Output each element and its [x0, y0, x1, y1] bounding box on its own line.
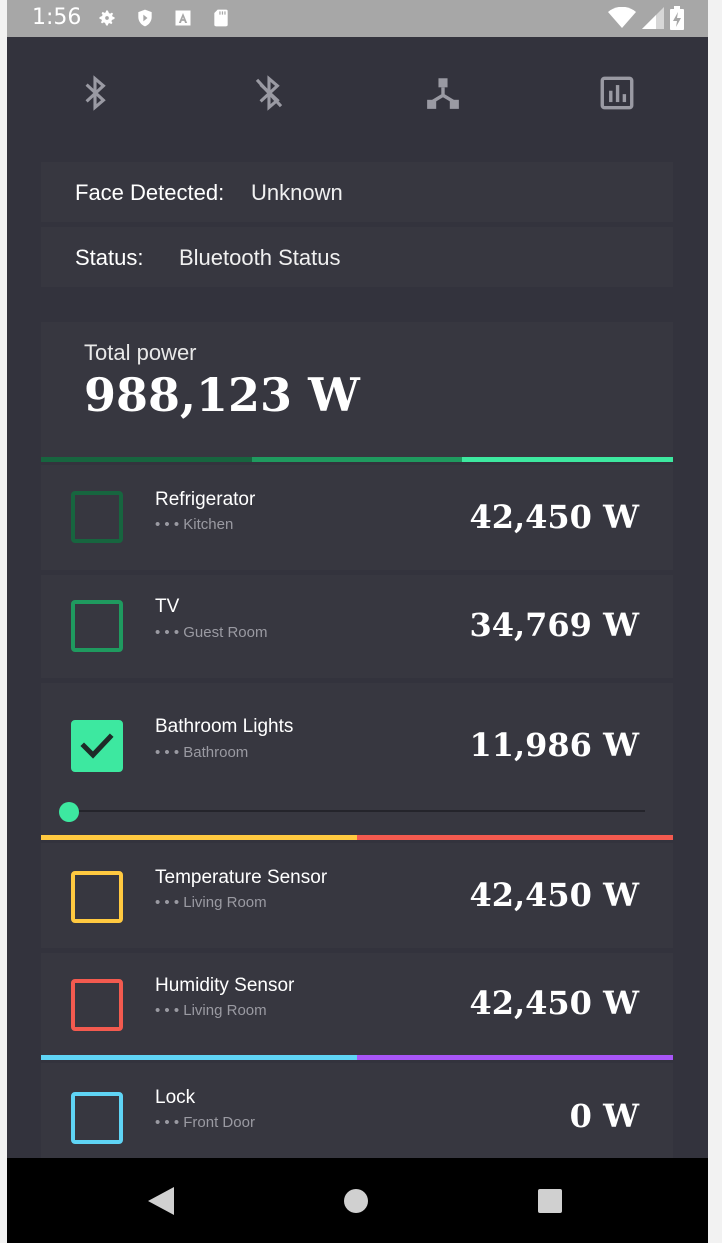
app-screen: 1:56 Face Detected: Unknown Status: Blue… — [7, 0, 708, 1243]
device-card-tv[interactable]: TV • • • Guest Room 34,769 W — [41, 575, 673, 678]
bluetooth-icon — [85, 75, 106, 111]
gear-icon — [99, 10, 115, 26]
status-time: 1:56 — [32, 5, 82, 30]
check-icon — [80, 733, 114, 759]
device-checkbox[interactable] — [71, 491, 123, 543]
stats-button[interactable] — [597, 73, 637, 113]
hub-icon — [427, 78, 459, 109]
segment-bar-green-dark — [41, 457, 252, 462]
recents-button[interactable] — [532, 1183, 568, 1219]
segment-bar-yellow — [41, 835, 357, 840]
bar-chart-icon — [600, 76, 634, 110]
device-name: TV — [155, 596, 180, 617]
device-room: • • • Guest Room — [155, 624, 268, 641]
device-room: • • • Bathroom — [155, 744, 249, 761]
device-name: Bathroom Lights — [155, 716, 294, 737]
device-watts: 11,986 W — [469, 726, 639, 764]
device-checkbox-checked[interactable] — [71, 720, 123, 772]
device-name: Humidity Sensor — [155, 975, 295, 996]
segment-bar-green-light — [462, 457, 673, 462]
segment-bar-purple — [357, 1055, 673, 1060]
device-checkbox[interactable] — [71, 871, 123, 923]
wifi-icon — [608, 7, 636, 28]
back-button[interactable] — [143, 1183, 179, 1219]
status-value: Bluetooth Status — [179, 245, 341, 270]
device-card-refrigerator[interactable]: Refrigerator • • • Kitchen 42,450 W — [41, 465, 673, 570]
status-bar: 1:56 — [7, 0, 708, 37]
device-room: • • • Living Room — [155, 1002, 267, 1019]
bluetooth-disabled-icon — [255, 75, 283, 111]
back-icon — [148, 1187, 174, 1215]
navigation-bar — [7, 1158, 708, 1243]
device-watts: 42,450 W — [469, 984, 639, 1022]
device-watts: 34,769 W — [469, 606, 639, 644]
device-checkbox[interactable] — [71, 1092, 123, 1144]
face-detected-value: Unknown — [251, 180, 343, 205]
total-power-label: Total power — [84, 340, 197, 365]
bluetooth-disabled-button[interactable] — [249, 73, 289, 113]
segment-bar-red — [357, 835, 673, 840]
dimmer-slider-thumb[interactable] — [59, 802, 79, 822]
device-room: • • • Kitchen — [155, 516, 234, 533]
a-font-icon — [175, 10, 191, 26]
device-watts: 0 W — [569, 1097, 639, 1135]
face-detected-card: Face Detected: Unknown — [41, 162, 673, 222]
recents-icon — [538, 1189, 562, 1213]
total-power-card: Total power 988,123 W — [41, 322, 673, 457]
home-button[interactable] — [338, 1183, 374, 1219]
sd-card-icon — [214, 9, 228, 27]
device-card-temperature-sensor[interactable]: Temperature Sensor • • • Living Room 42,… — [41, 843, 673, 948]
face-detected-label: Face Detected: — [75, 180, 225, 205]
device-watts: 42,450 W — [469, 498, 639, 536]
device-checkbox[interactable] — [71, 979, 123, 1031]
device-watts: 42,450 W — [469, 876, 639, 914]
device-card-lock[interactable]: Lock • • • Front Door 0 W — [41, 1063, 673, 1168]
device-checkbox[interactable] — [71, 600, 123, 652]
device-card-humidity-sensor[interactable]: Humidity Sensor • • • Living Room 42,450… — [41, 953, 673, 1056]
device-room: • • • Front Door — [155, 1114, 255, 1131]
device-name: Refrigerator — [155, 489, 256, 510]
status-icons-right — [608, 6, 684, 30]
battery-charging-icon — [670, 6, 684, 30]
toolbar — [7, 37, 708, 147]
hub-button[interactable] — [423, 73, 463, 113]
shield-play-icon — [138, 9, 152, 27]
segment-bar-green-mid — [252, 457, 462, 462]
device-name: Temperature Sensor — [155, 867, 328, 888]
device-room: • • • Living Room — [155, 894, 267, 911]
bluetooth-button[interactable] — [75, 73, 115, 113]
home-icon — [344, 1189, 368, 1213]
signal-icon — [642, 7, 664, 29]
device-name: Lock — [155, 1087, 196, 1108]
device-card-bathroom-lights[interactable]: Bathroom Lights • • • Bathroom 11,986 W — [41, 683, 673, 835]
dimmer-slider-track[interactable] — [69, 810, 645, 812]
segment-bar-cyan — [41, 1055, 357, 1060]
status-label: Status: — [75, 245, 144, 270]
status-card: Status: Bluetooth Status — [41, 227, 673, 287]
total-power-value: 988,123 W — [84, 368, 360, 422]
